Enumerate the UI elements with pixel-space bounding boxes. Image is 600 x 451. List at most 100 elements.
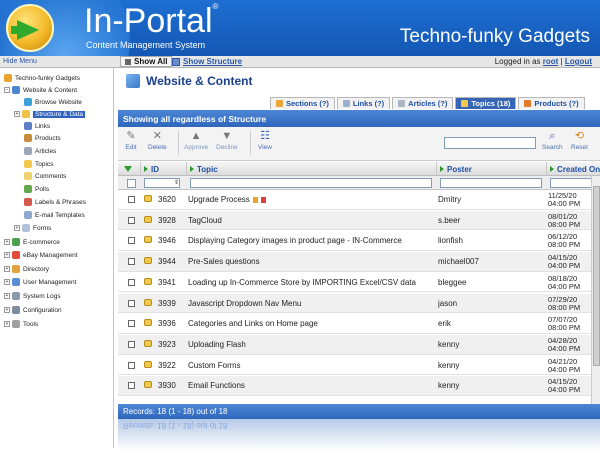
sidebar-item-email-templates[interactable]: E-mail Templates: [24, 209, 85, 221]
select-all-checkbox[interactable]: [127, 179, 136, 188]
row-created-time: 04:00 PM: [548, 385, 581, 395]
sidebar-item-articles[interactable]: Articles: [24, 145, 56, 157]
expand-icon[interactable]: +: [14, 225, 20, 231]
row-checkbox[interactable]: [128, 216, 135, 224]
row-topic[interactable]: Pre-Sales questions: [188, 252, 434, 271]
expand-icon[interactable]: +: [4, 293, 10, 299]
topic-icon: [144, 298, 152, 306]
row-topic[interactable]: Displaying Category images in product pa…: [188, 231, 434, 250]
row-checkbox[interactable]: [128, 258, 135, 266]
sidebar-item-topics[interactable]: Topics: [24, 158, 53, 170]
sidebar-item-tools[interactable]: + Tools: [4, 318, 38, 330]
sidebar-item-polls[interactable]: Polls: [24, 183, 49, 195]
reset-button[interactable]: ⟲ Reset: [571, 130, 588, 151]
row-checkbox[interactable]: [128, 299, 135, 307]
row-checkbox[interactable]: [128, 237, 135, 245]
sidebar-item-structure-data[interactable]: + Structure & Data: [14, 108, 86, 120]
filter-poster-input[interactable]: [440, 178, 542, 188]
sidebar-item-ebay[interactable]: + eBay Management: [4, 249, 78, 261]
filter-created-input[interactable]: [550, 178, 594, 188]
hide-menu-link[interactable]: Hide Menu: [3, 58, 37, 65]
sidebar-item-ecommerce[interactable]: + E-commerce: [4, 236, 60, 248]
sidebar-item-root[interactable]: Techno-funky Gadgets: [4, 72, 80, 84]
row-checkbox[interactable]: [128, 340, 135, 348]
column-poster[interactable]: Poster: [436, 162, 544, 176]
expand-icon[interactable]: +: [4, 321, 10, 327]
row-id: 3946: [158, 236, 176, 246]
edit-button[interactable]: ✎ Edit: [124, 130, 138, 151]
collapse-icon[interactable]: −: [4, 87, 10, 93]
table-row[interactable]: 3939 Javascript Dropdown Nav Menu jason 07/…: [118, 293, 600, 314]
table-row[interactable]: 3922 Custom Forms kenny 04/21/20 04:00 PM: [118, 356, 600, 376]
row-checkbox[interactable]: [128, 278, 135, 286]
row-checkbox[interactable]: [128, 320, 135, 328]
row-topic[interactable]: Email Functions: [188, 376, 434, 395]
row-topic[interactable]: Upgrade Process: [188, 190, 434, 209]
tab-products[interactable]: Products (?): [518, 97, 585, 109]
row-topic[interactable]: TagCloud: [188, 211, 434, 230]
sidebar-item-forms[interactable]: + Forms: [14, 222, 51, 234]
expand-icon[interactable]: +: [4, 279, 10, 285]
sidebar-item-user-management[interactable]: + User Management: [4, 276, 76, 288]
sidebar-item-products[interactable]: Products: [24, 132, 61, 144]
decline-button[interactable]: ▼ Decline: [216, 130, 238, 151]
grid-scrollbar[interactable]: [591, 176, 600, 404]
sidebar-item-labels[interactable]: Labels & Phrases: [24, 196, 86, 208]
expand-icon[interactable]: +: [4, 307, 10, 313]
column-id[interactable]: ID: [140, 162, 186, 176]
tab-links[interactable]: Links (?): [336, 97, 391, 109]
tab-articles[interactable]: Articles (?): [392, 97, 454, 109]
row-topic[interactable]: Categories and Links on Home page: [188, 314, 434, 333]
table-row[interactable]: 3944 Pre-Sales questions michael007 04/15/2…: [118, 252, 600, 272]
row-topic[interactable]: Javascript Dropdown Nav Menu: [188, 294, 434, 313]
table-row[interactable]: 3941 Loading up In-Commerce Store by IMPO…: [118, 273, 600, 293]
sort-toggle-icon[interactable]: [124, 162, 132, 176]
sidebar-item-configuration[interactable]: + Configuration: [4, 304, 62, 316]
column-created[interactable]: Created On: [546, 162, 600, 176]
row-checkbox[interactable]: [128, 196, 135, 203]
expand-icon[interactable]: +: [4, 239, 10, 245]
row-checkbox[interactable]: [128, 382, 135, 390]
show-all-button[interactable]: Show All: [120, 56, 173, 67]
search-button[interactable]: ⌕ Search: [542, 130, 563, 151]
sidebar-item-comments[interactable]: Comments: [24, 170, 66, 182]
row-topic[interactable]: Loading up In-Commerce Store by IMPORTIN…: [188, 273, 434, 292]
tab-sections[interactable]: Sections (?): [270, 97, 335, 109]
row-checkbox[interactable]: [128, 361, 135, 369]
expand-icon[interactable]: +: [4, 252, 10, 258]
table-row[interactable]: 3936 Categories and Links on Home page eri…: [118, 314, 600, 334]
row-poster: michael007: [438, 257, 479, 267]
show-structure-link[interactable]: Show Structure: [172, 57, 242, 66]
filter-topic-input[interactable]: [190, 178, 432, 188]
table-row[interactable]: 3923 Uploading Flash kenny 04/28/20 04:00 PM: [118, 334, 600, 355]
search-input[interactable]: [444, 137, 536, 149]
sidebar-item-website-content[interactable]: − Website & Content: [4, 84, 77, 96]
delete-button[interactable]: ✕ Delete: [148, 130, 167, 151]
sidebar-item-links[interactable]: Links: [24, 120, 50, 132]
show-all-label: Show All: [134, 57, 168, 66]
expand-icon[interactable]: +: [14, 111, 20, 117]
range-filter-icon[interactable]: ⇕: [174, 179, 179, 186]
logout-link[interactable]: Logout: [565, 57, 592, 66]
table-row[interactable]: 3928 TagCloud s.beer 08/01/20 08:00 PM: [118, 210, 600, 231]
site-name: Techno-funky Gadgets: [399, 26, 590, 47]
user-link[interactable]: root: [543, 57, 559, 66]
table-row[interactable]: 3930 Email Functions kenny 04/15/20 04:00 PM: [118, 376, 600, 396]
expand-icon[interactable]: +: [4, 266, 10, 272]
row-topic[interactable]: Custom Forms: [188, 356, 434, 375]
column-topic[interactable]: Topic: [186, 162, 436, 176]
row-id: 3930: [158, 381, 176, 391]
approve-button[interactable]: ▲ Approve: [184, 130, 208, 151]
row-created-time: 08:00 PM: [548, 219, 581, 229]
table-row[interactable]: 3946 Displaying Category images in produc…: [118, 231, 600, 252]
sidebar-item-label: Website & Content: [23, 86, 78, 94]
row-topic-text: Custom Forms: [188, 360, 241, 370]
view-button[interactable]: ☷ View: [258, 130, 272, 151]
tab-topics[interactable]: Topics (18): [455, 97, 517, 109]
sidebar-item-directory[interactable]: + Directory: [4, 263, 49, 275]
table-row[interactable]: 3620 Upgrade Process Dmitry 11/25/20 04:00 P…: [118, 190, 600, 210]
sidebar-item-browse-website[interactable]: Browse Website: [24, 96, 82, 108]
row-topic[interactable]: Uploading Flash: [188, 335, 434, 354]
scrollbar-thumb[interactable]: [593, 186, 600, 366]
sidebar-item-system-logs[interactable]: + System Logs: [4, 290, 61, 302]
